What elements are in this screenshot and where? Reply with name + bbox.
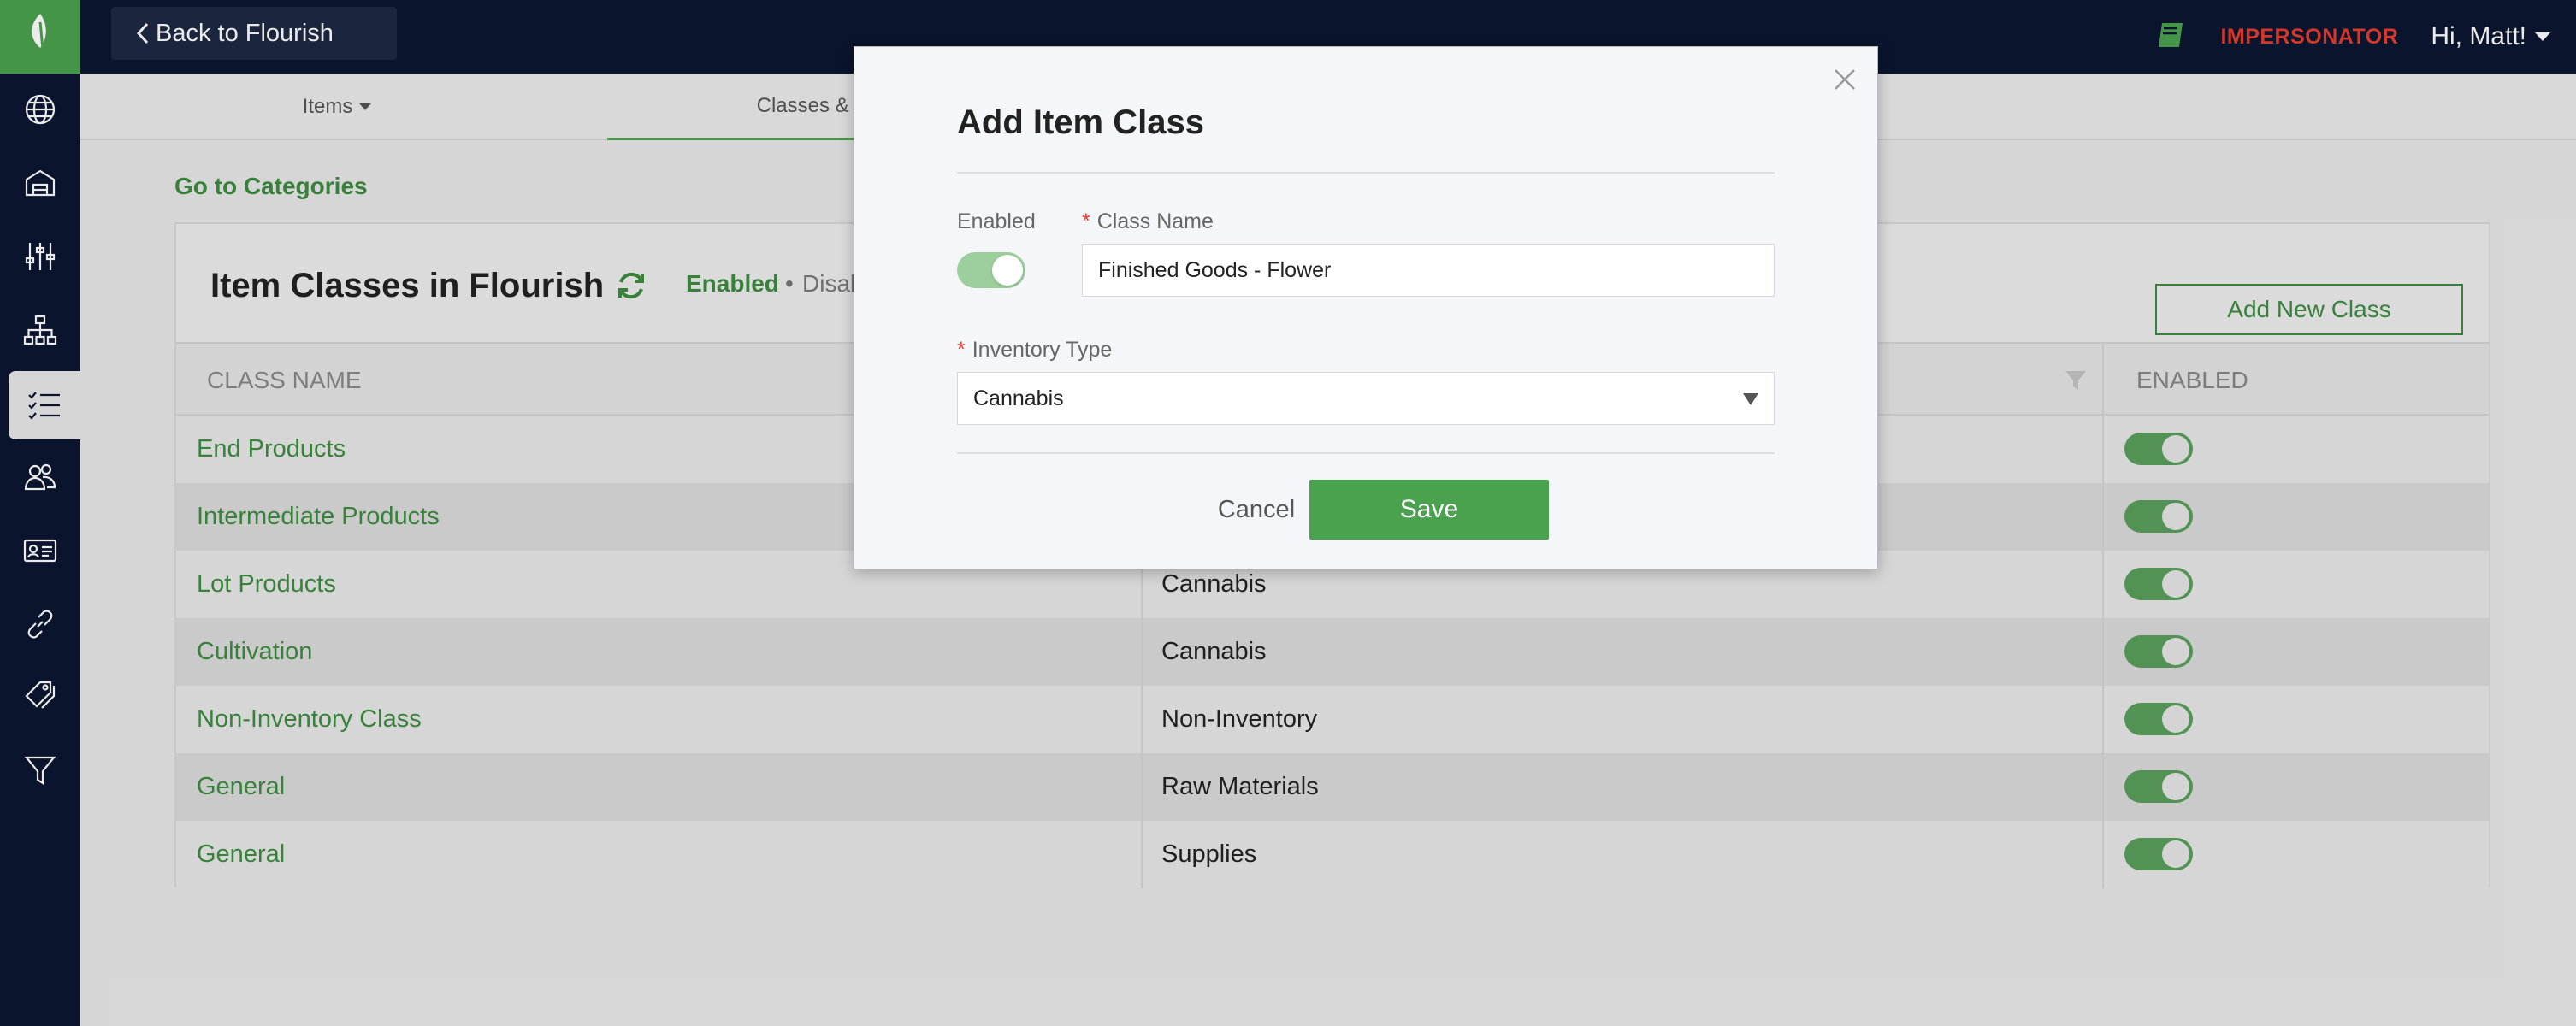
modal-divider xyxy=(957,452,1775,454)
close-icon[interactable] xyxy=(1831,66,1858,93)
class-name-input[interactable] xyxy=(1082,244,1775,297)
enabled-label: Enabled xyxy=(957,209,1036,233)
inventory-type-label-text: Inventory Type xyxy=(972,338,1113,362)
dropdown-arrow-icon xyxy=(1743,393,1758,405)
required-marker: * xyxy=(1082,209,1090,233)
inventory-type-value: Cannabis xyxy=(973,386,1064,410)
modal-title: Add Item Class xyxy=(957,103,1204,141)
add-item-class-modal: Add Item Class Enabled *Class Name *Inve… xyxy=(854,46,1878,569)
required-marker: * xyxy=(957,338,966,362)
class-name-label: * Class Name xyxy=(1082,209,1214,234)
class-name-label-text: Class Name xyxy=(1096,209,1214,233)
enabled-toggle[interactable] xyxy=(957,252,1025,288)
save-button[interactable]: Save xyxy=(1309,480,1549,540)
inventory-type-select[interactable]: Cannabis xyxy=(957,372,1775,425)
modal-divider xyxy=(957,172,1775,174)
toggle-knob xyxy=(992,255,1023,286)
inventory-type-label: * Inventory Type xyxy=(957,338,1112,363)
